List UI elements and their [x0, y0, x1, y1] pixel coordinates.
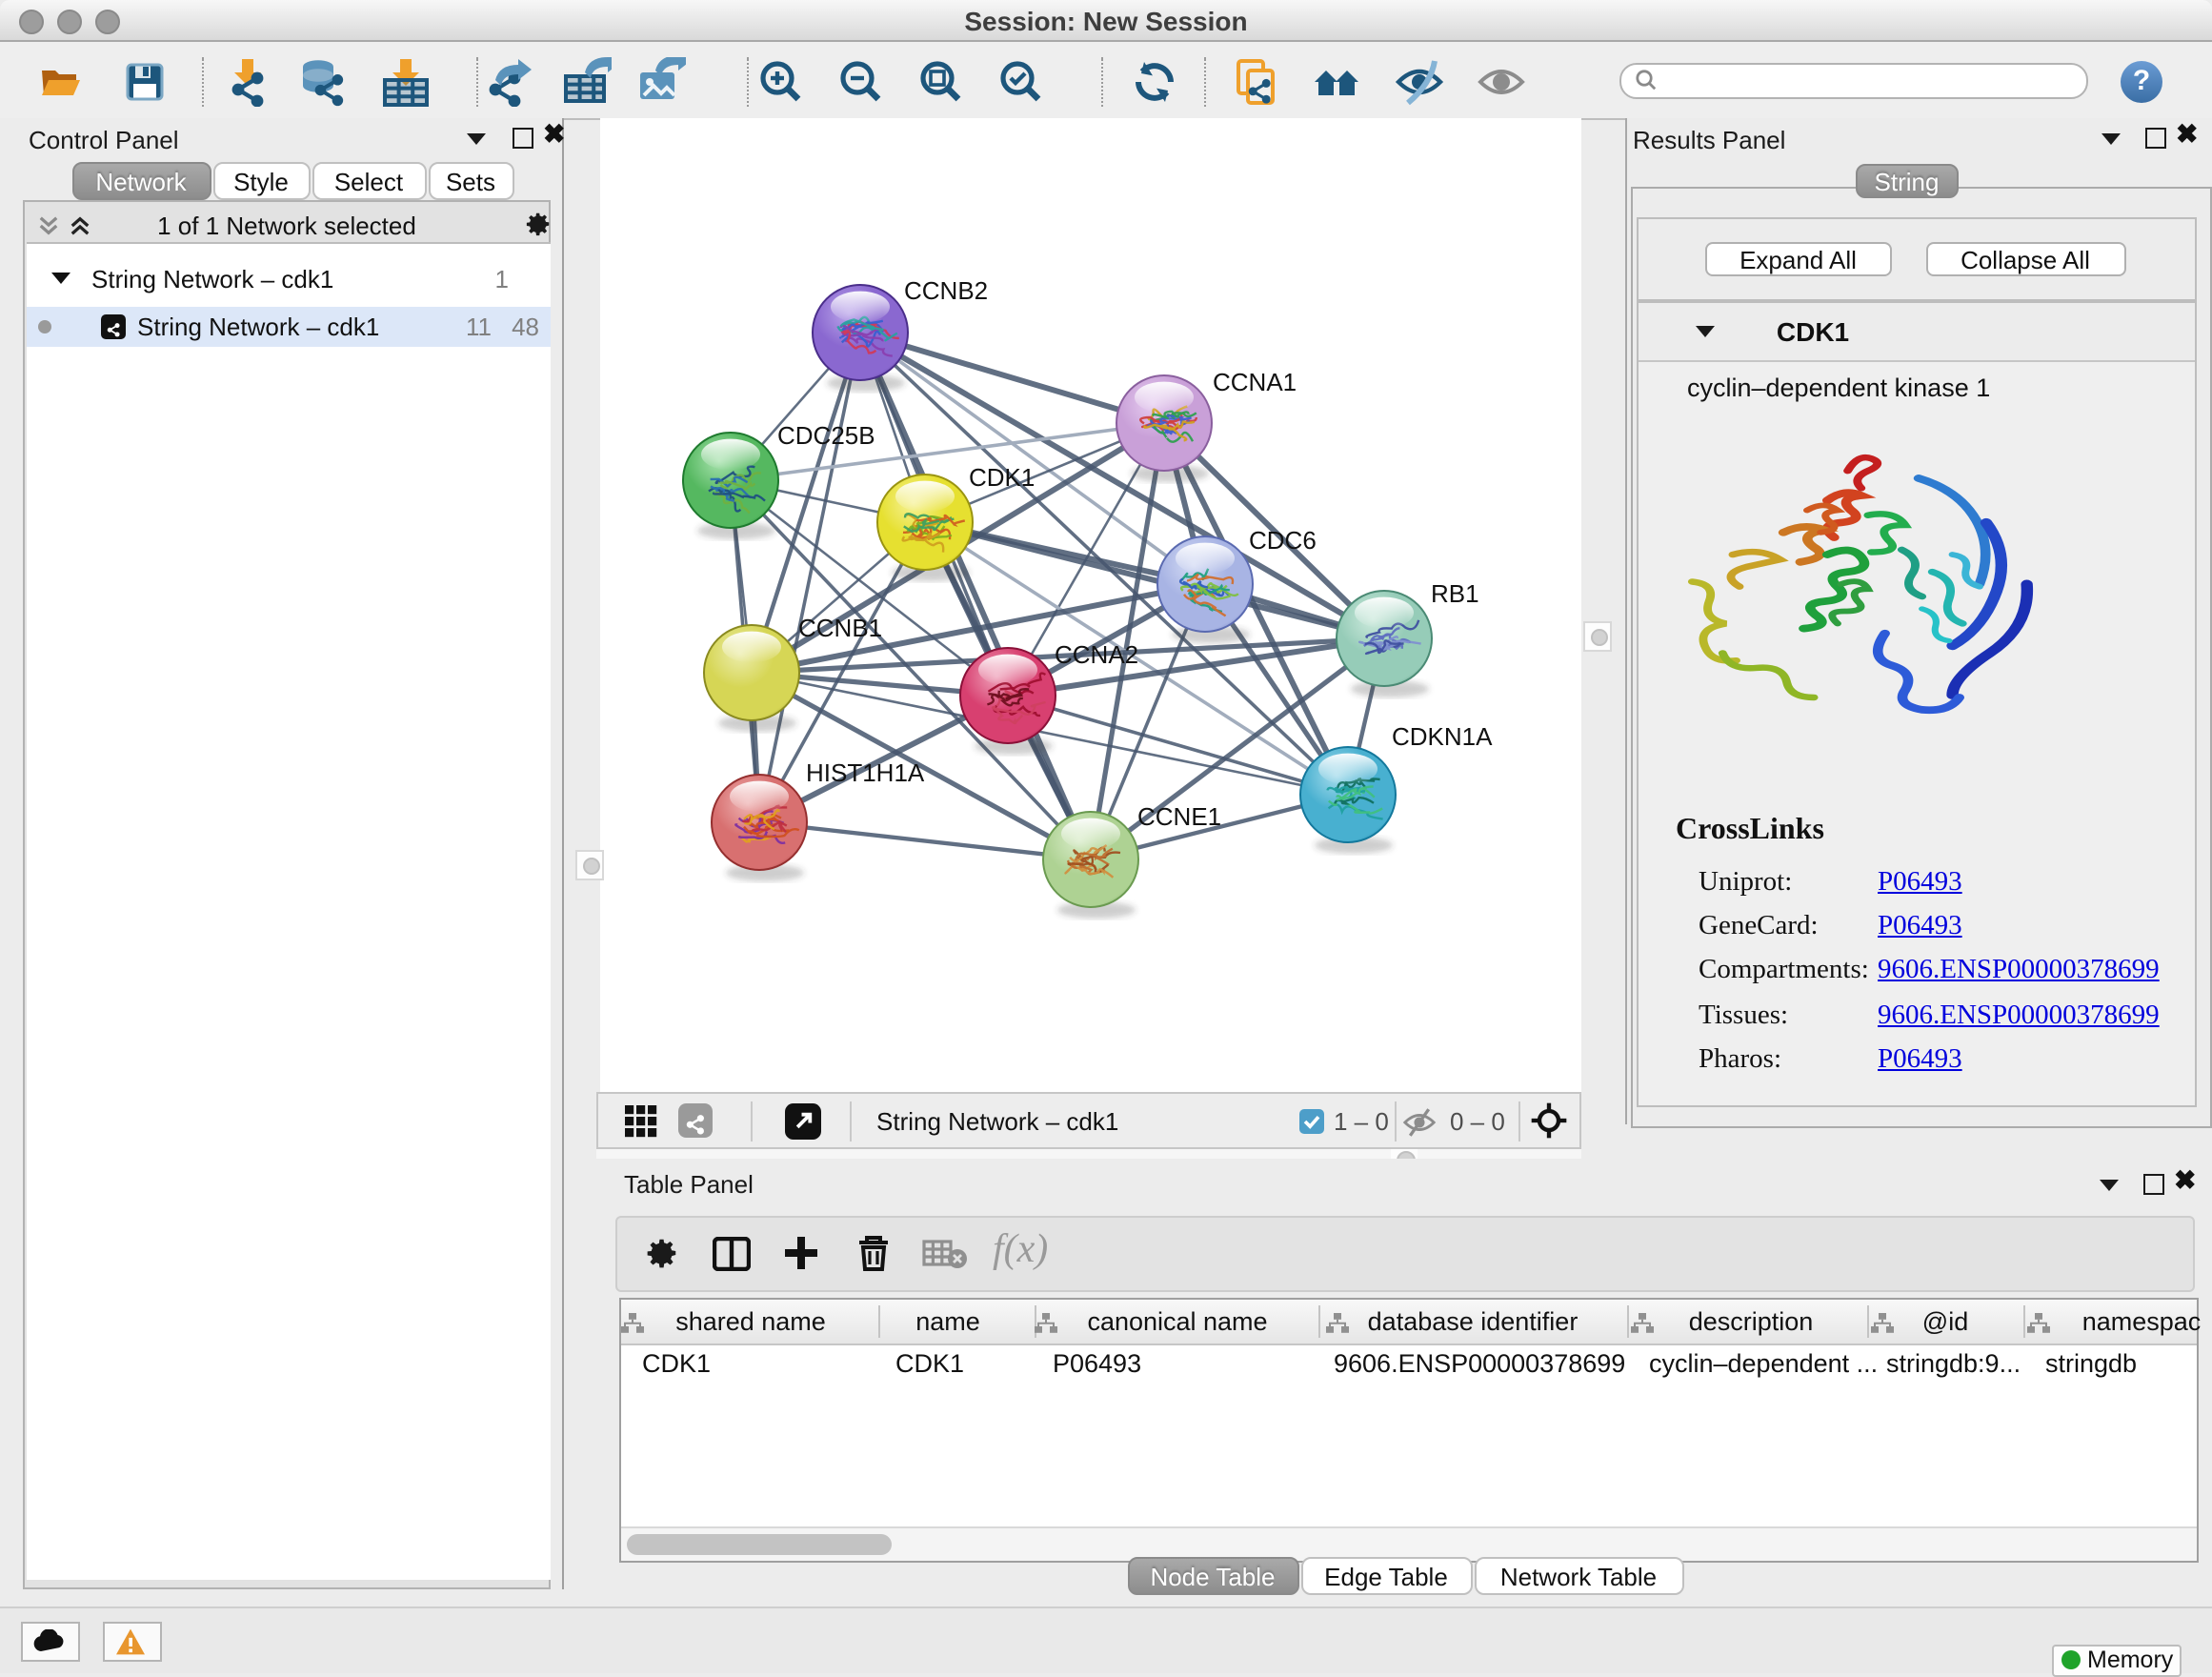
svg-text:CCNA2: CCNA2 — [1055, 640, 1138, 669]
svg-text:CCNB2: CCNB2 — [904, 276, 988, 305]
svg-text:CDK1: CDK1 — [969, 463, 1035, 492]
svg-text:CCNE1: CCNE1 — [1137, 802, 1221, 831]
svg-text:CCNA1: CCNA1 — [1213, 368, 1297, 396]
svg-text:HIST1H1A: HIST1H1A — [806, 758, 925, 787]
svg-text:CCNB1: CCNB1 — [798, 614, 882, 642]
svg-text:CDKN1A: CDKN1A — [1392, 722, 1493, 751]
svg-text:CDC25B: CDC25B — [777, 421, 875, 450]
svg-text:RB1: RB1 — [1431, 579, 1479, 608]
svg-text:CDC6: CDC6 — [1249, 526, 1317, 555]
